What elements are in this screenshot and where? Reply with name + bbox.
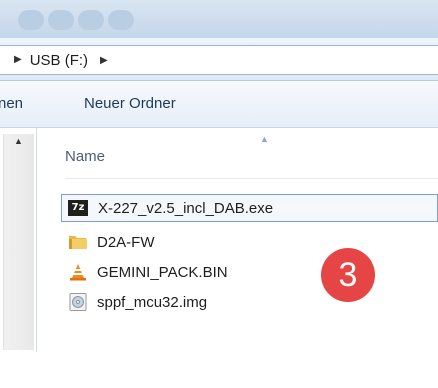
step-number-badge: 3 [321, 248, 375, 302]
file-row[interactable]: sppf_mcu32.img [61, 288, 438, 316]
address-bar: ▶ USB (F:) ▶ [0, 38, 438, 81]
file-row[interactable]: D2A-FW [61, 228, 438, 256]
navigation-pane: ▲ [0, 128, 37, 352]
folder-icon [67, 233, 89, 251]
toolbar-item-partial[interactable]: nen [0, 95, 23, 112]
window-titlebar [0, 0, 438, 38]
nav-scrollbar[interactable]: ▲ [3, 134, 34, 350]
file-row[interactable]: GEMINI_PACK.BIN [61, 258, 438, 286]
new-folder-button[interactable]: Neuer Ordner [84, 95, 176, 112]
titlebar-decoration [48, 10, 74, 30]
vlc-cone-icon [67, 263, 89, 281]
titlebar-decoration [18, 10, 44, 30]
file-name: D2A-FW [97, 233, 155, 251]
command-toolbar: nen Neuer Ordner [0, 81, 438, 128]
7zip-exe-icon: 7z [68, 199, 90, 217]
sort-ascending-icon: ▲ [260, 134, 269, 144]
file-name: sppf_mcu32.img [97, 293, 208, 311]
titlebar-decoration [78, 10, 104, 30]
header-divider [65, 178, 438, 179]
scroll-up-arrow-icon[interactable]: ▲ [14, 136, 23, 146]
bottom-blank-area [0, 352, 438, 388]
file-row[interactable]: 7z X-227_v2.5_incl_DAB.exe [61, 194, 438, 222]
name-column-header[interactable]: Name [65, 148, 105, 165]
breadcrumb-usb-drive[interactable]: USB (F:) [30, 52, 88, 69]
breadcrumb-arrow-icon[interactable]: ▶ [100, 55, 108, 66]
breadcrumb-arrow-icon[interactable]: ▶ [14, 55, 22, 65]
file-name: X-227_v2.5_incl_DAB.exe [98, 199, 274, 217]
disc-image-icon [67, 293, 89, 311]
file-list: ▲ Name 7z X-227_v2.5_incl_DAB.exe D2A-FW [37, 128, 438, 352]
file-name: GEMINI_PACK.BIN [97, 263, 228, 281]
address-field[interactable]: ▶ USB (F:) ▶ [0, 45, 438, 75]
titlebar-decoration [108, 10, 134, 30]
